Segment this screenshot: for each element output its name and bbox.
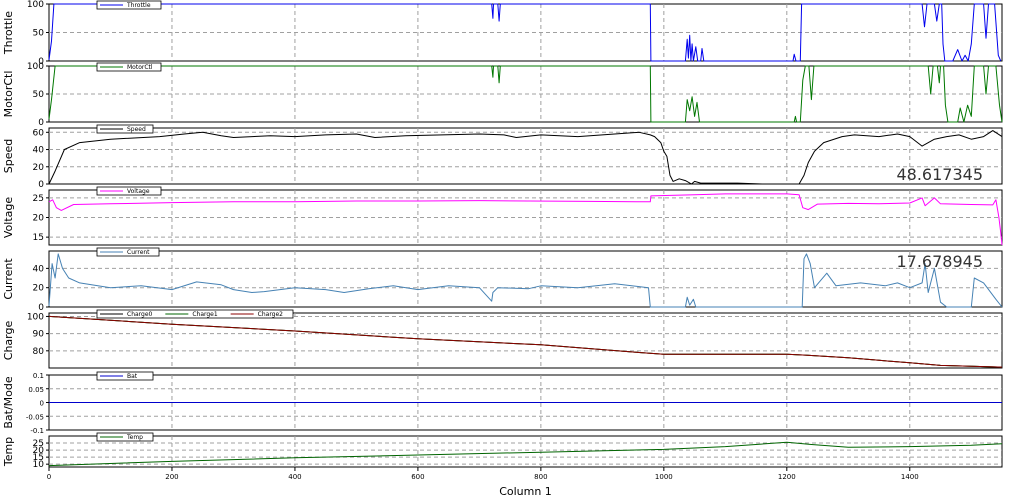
y-tick-label: 25 — [33, 439, 44, 449]
panel-3: 15 20 25 Voltage Voltage — [2, 186, 1003, 246]
legend-label: Throttle — [126, 2, 151, 9]
x-tick-label: 600 — [411, 473, 424, 481]
y-axis-label: Speed — [2, 139, 15, 173]
legend-label: Voltage — [127, 188, 150, 195]
x-tick-label: 400 — [288, 473, 301, 481]
y-tick-label: 0.1 — [33, 372, 44, 380]
y-tick-label: 0 — [38, 180, 44, 190]
legend-label: Charge1 — [192, 311, 218, 318]
y-tick-label: 90 — [33, 330, 45, 340]
panel-7: 10152025Temp Temp — [2, 432, 1003, 470]
y-tick-label: 100 — [27, 0, 44, 10]
panel-frame — [48, 250, 1003, 308]
x-tick-label: 1200 — [778, 473, 796, 481]
x-tick-label: 800 — [534, 473, 547, 481]
y-axis-label: Voltage — [2, 197, 15, 238]
panel-frame — [48, 312, 1003, 369]
panel-5: 80 90 100 Charge Charge0 Charge1 Charge2 — [2, 309, 1003, 369]
y-axis-label: Charge — [2, 321, 15, 361]
y-axis-label: Bat/Mode — [2, 376, 15, 429]
panel-1: 0 50 100 MotorCtl MotorCtl — [2, 62, 1003, 128]
panel-0: 050100ThrottleThrottle — [2, 0, 1003, 67]
legend-label: Temp — [126, 434, 143, 441]
x-tick-label: 200 — [165, 473, 178, 481]
y-tick-label: 0.05 — [28, 386, 44, 394]
y-tick-label: -0.1 — [30, 427, 44, 435]
y-axis-label: Temp — [2, 437, 15, 467]
legend-label: Current — [127, 249, 150, 256]
y-axis-label: Current — [2, 258, 15, 300]
y-axis-label: Throttle — [2, 11, 15, 55]
y-tick-label: 15 — [33, 233, 44, 243]
y-tick-label: 50 — [33, 29, 45, 39]
legend-label: Charge0 — [127, 311, 153, 318]
panel-frame — [48, 435, 1003, 468]
panel-4: 02040CurrentCurrent 17.678945 — [2, 247, 1003, 313]
panel-6: -0.1 -0.05 0 0.05 0.1 Bat/Mode Bat — [2, 371, 1003, 435]
value-readout: 48.617345 — [896, 165, 983, 184]
legend-label: Charge2 — [258, 311, 284, 318]
y-tick-label: 20 — [33, 163, 45, 173]
y-tick-label: -0.05 — [26, 413, 44, 421]
y-tick-label: 50 — [33, 90, 45, 100]
y-tick-label: 20 — [33, 214, 45, 224]
y-tick-label: 80 — [33, 347, 45, 357]
y-axis-label: MotorCtl — [2, 71, 15, 118]
y-tick-label: 0 — [38, 118, 44, 128]
x-tick-label: 0 — [47, 473, 51, 481]
y-tick-label: 40 — [33, 146, 45, 156]
y-tick-label: 100 — [27, 312, 44, 322]
x-axis-label: Column 1 — [499, 485, 552, 498]
panel-2: 0 20 40 60 Speed Speed 48.617345 — [2, 124, 1003, 190]
y-tick-label: 20 — [33, 284, 45, 294]
y-tick-label: 40 — [33, 264, 45, 274]
y-tick-label: 25 — [33, 194, 44, 204]
telemetry-chart: 0 50 100 Throttle Throttle 0 50 100 MotorCtl Moto… — [2, 0, 1003, 498]
legend-label: Bat — [127, 373, 138, 380]
y-tick-label: 100 — [27, 62, 44, 72]
legend-label: MotorCtl — [127, 64, 153, 71]
value-readout: 17.678945 — [896, 252, 983, 271]
y-tick-label: 0 — [40, 400, 44, 408]
y-tick-label: 60 — [33, 128, 45, 138]
x-tick-label: 1000 — [655, 473, 673, 481]
legend-label: Speed — [127, 126, 146, 133]
x-tick-label: 1400 — [901, 473, 919, 481]
